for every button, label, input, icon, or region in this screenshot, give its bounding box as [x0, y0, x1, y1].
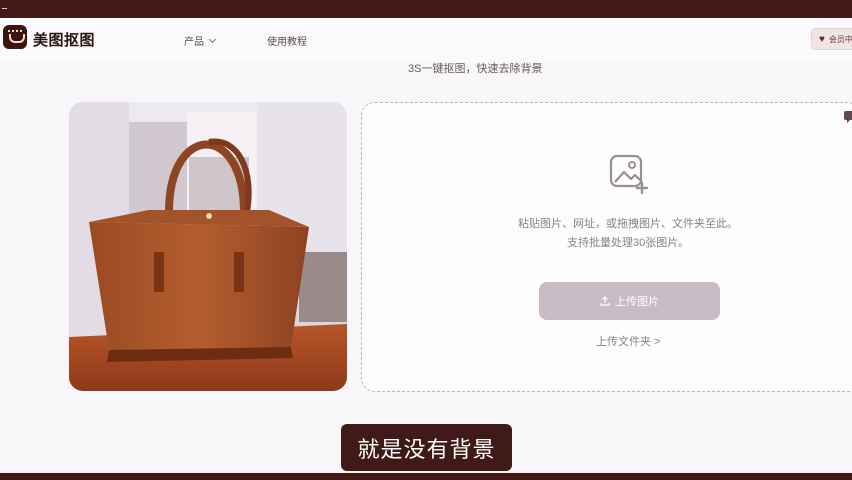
nav-product-label: 产品: [184, 37, 204, 48]
upload-arrow-icon: [600, 296, 610, 306]
top-frame-bar: [0, 0, 852, 18]
handbag-photo-illustration: [69, 102, 347, 391]
chevron-down-icon: [208, 35, 217, 43]
upload-image-button[interactable]: 上传图片: [539, 282, 720, 320]
header: 美图抠图 产品 使用教程 ♥ 会员中心: [0, 18, 852, 62]
member-button[interactable]: ♥ 会员中心: [811, 28, 852, 50]
nav-product-menu[interactable]: 产品: [184, 33, 217, 48]
nav-tutorial-link[interactable]: 使用教程: [267, 33, 307, 48]
upload-folder-link[interactable]: 上传文件夹 >: [596, 333, 660, 349]
bottom-frame-bar: [0, 473, 852, 480]
video-subtitle: 就是没有背景: [341, 424, 512, 471]
frame-dash: [2, 8, 7, 9]
chat-icon[interactable]: [843, 110, 852, 124]
brand-name[interactable]: 美图抠图: [33, 29, 95, 50]
sample-photo[interactable]: [69, 102, 347, 391]
member-button-label: 会员中心: [828, 34, 852, 44]
heart-icon: ♥: [819, 33, 825, 45]
page: 美图抠图 产品 使用教程 ♥ 会员中心 3S一键抠图，快速去除背景: [0, 18, 852, 473]
tagline: 3S一键抠图，快速去除背景: [408, 63, 543, 75]
upload-hint-line1: 粘贴图片、网址，或拖拽图片、文件夹至此。: [518, 218, 738, 230]
image-add-icon: [609, 154, 649, 195]
upload-button-label: 上传图片: [615, 296, 659, 308]
upload-hint-line2: 支持批量处理30张图片。: [567, 237, 690, 249]
logo-icon[interactable]: [3, 25, 27, 49]
